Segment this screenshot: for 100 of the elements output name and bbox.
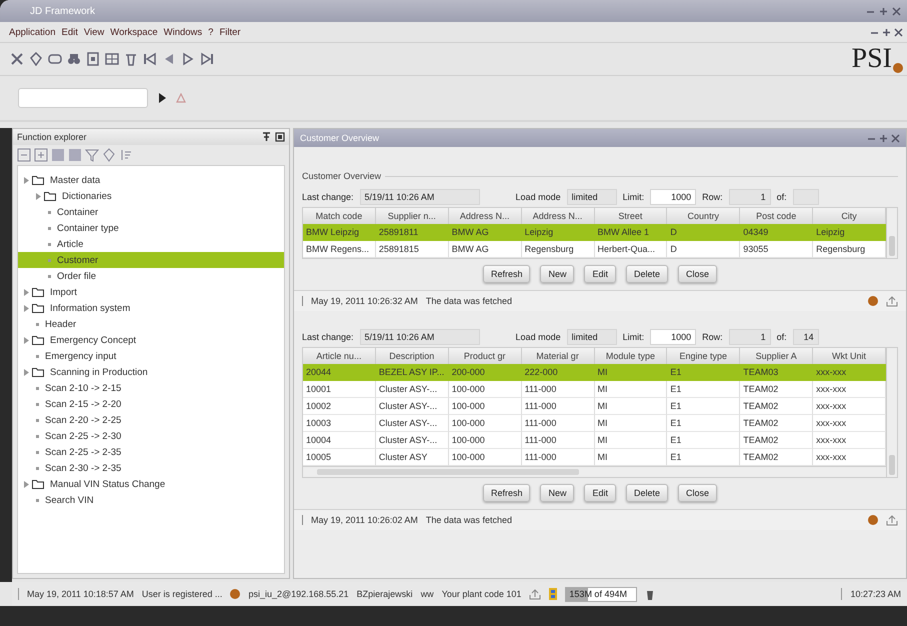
table-cell[interactable]: D <box>667 241 740 258</box>
next-icon[interactable] <box>181 52 195 66</box>
vertical-scrollbar[interactable] <box>886 348 897 477</box>
filter-icon[interactable] <box>85 148 99 162</box>
input-field[interactable] <box>792 189 819 205</box>
table-cell[interactable]: E1 <box>667 398 740 415</box>
last-record-icon[interactable] <box>200 52 214 66</box>
input-field[interactable]: 5/19/11 10:26 AM <box>360 329 480 345</box>
table-cell[interactable]: 10004 <box>303 432 376 449</box>
table-cell[interactable]: Herbert-Qua... <box>594 241 668 258</box>
input-field[interactable]: 14 <box>792 329 819 345</box>
pin-icon[interactable] <box>262 132 271 142</box>
diamond-icon[interactable] <box>102 148 116 162</box>
table-cell[interactable]: E1 <box>667 415 740 432</box>
column-header[interactable]: Post code <box>740 208 814 224</box>
table-cell[interactable]: E1 <box>667 381 740 398</box>
search-field[interactable] <box>18 88 148 108</box>
input-field[interactable]: 1 <box>728 329 771 345</box>
close-icon[interactable] <box>891 134 900 142</box>
table-cell[interactable]: 111-000 <box>522 432 594 449</box>
table-cell[interactable]: BMW AG <box>448 241 522 258</box>
tree-item[interactable]: Article <box>54 238 86 250</box>
menu-item[interactable]: Filter <box>216 26 244 38</box>
trash-icon[interactable] <box>124 52 138 66</box>
close-icon[interactable] <box>894 28 903 36</box>
column-header[interactable]: Product gr <box>448 348 522 364</box>
column-header[interactable]: Material gr <box>522 348 594 364</box>
tree-item[interactable]: Scan 2-20 -> 2-25 <box>42 414 124 426</box>
tree-item[interactable]: Import <box>47 286 80 298</box>
table-cell[interactable]: 10003 <box>303 415 376 432</box>
export-icon[interactable] <box>529 588 542 600</box>
table-cell[interactable]: Cluster ASY-... <box>376 432 449 449</box>
table-cell[interactable]: Regensburg <box>522 241 594 258</box>
warning-icon[interactable] <box>176 93 186 103</box>
tree-item[interactable]: Scan 2-10 -> 2-15 <box>42 382 124 394</box>
trash-icon[interactable] <box>645 588 656 600</box>
export-icon[interactable] <box>886 296 898 306</box>
tree-item[interactable]: Emergency Concept <box>47 334 140 346</box>
column-header[interactable]: Match code <box>303 208 376 224</box>
tree-item[interactable]: Dictionaries <box>59 190 115 202</box>
table-cell[interactable]: Cluster ASY-... <box>376 381 449 398</box>
input-field[interactable]: 1 <box>728 189 771 205</box>
block-icon[interactable] <box>68 148 82 162</box>
tree-item[interactable]: Scan 2-15 -> 2-20 <box>42 398 124 410</box>
table-cell[interactable]: TEAM02 <box>740 398 814 415</box>
table-cell[interactable]: 04349 <box>740 224 814 241</box>
horizontal-scrollbar[interactable] <box>303 466 886 477</box>
expand-arrow-icon[interactable] <box>24 288 29 296</box>
table-cell[interactable]: 25891811 <box>376 224 449 241</box>
table-cell[interactable]: 100-000 <box>448 432 522 449</box>
expand-icon[interactable] <box>34 148 48 162</box>
column-header[interactable]: Country <box>667 208 740 224</box>
table-cell[interactable]: MI <box>594 364 668 381</box>
action-button[interactable]: Close <box>678 484 718 502</box>
column-header[interactable]: Wkt Unit <box>813 348 886 364</box>
binoculars-icon[interactable] <box>67 52 81 66</box>
input-field[interactable]: 1000 <box>650 329 696 345</box>
action-button[interactable]: Close <box>678 265 718 283</box>
tree-item[interactable]: Scanning in Production <box>47 366 151 378</box>
tree-item[interactable]: Container <box>54 206 102 218</box>
table-cell[interactable]: 100-000 <box>448 398 522 415</box>
export-icon[interactable] <box>886 514 898 526</box>
table-cell[interactable]: BMW Leipzig <box>303 224 376 241</box>
table-cell[interactable]: E1 <box>667 432 740 449</box>
menu-item[interactable]: Application <box>6 26 58 38</box>
expand-arrow-icon[interactable] <box>24 368 29 376</box>
table-cell[interactable]: 10002 <box>303 398 376 415</box>
action-button[interactable]: Delete <box>626 265 668 283</box>
close-icon[interactable] <box>892 6 901 16</box>
action-button[interactable]: New <box>540 265 574 283</box>
cross-icon[interactable] <box>10 52 24 66</box>
menu-item[interactable]: ? <box>205 26 216 38</box>
tree-item[interactable]: Scan 2-30 -> 2-35 <box>42 462 124 474</box>
table-cell[interactable]: MI <box>594 381 668 398</box>
column-header[interactable]: City <box>813 208 886 224</box>
tree-item[interactable]: Scan 2-25 -> 2-30 <box>42 430 124 442</box>
tree-item[interactable]: Master data <box>47 174 104 186</box>
tree-item[interactable]: Header <box>42 318 80 330</box>
table-cell[interactable]: D <box>667 224 740 241</box>
collapse-icon[interactable] <box>17 148 31 162</box>
column-header[interactable]: Engine type <box>667 348 740 364</box>
column-header[interactable]: Supplier n... <box>376 208 449 224</box>
table-cell[interactable]: Cluster ASY-... <box>376 398 449 415</box>
table-cell[interactable]: MI <box>594 415 668 432</box>
column-header[interactable]: Article nu... <box>303 348 376 364</box>
column-header[interactable]: Address N... <box>448 208 522 224</box>
sort-icon[interactable] <box>119 148 133 162</box>
table-cell[interactable]: 100-000 <box>448 415 522 432</box>
column-header[interactable]: Description <box>376 348 449 364</box>
maximize-icon[interactable] <box>879 6 888 16</box>
input-field[interactable]: limited <box>566 329 617 345</box>
table-cell[interactable]: Cluster ASY-... <box>376 415 449 432</box>
action-button[interactable]: New <box>540 484 574 502</box>
table-cell[interactable]: Leipzig <box>813 224 886 241</box>
table-cell[interactable]: MI <box>594 432 668 449</box>
column-header[interactable]: Module type <box>594 348 668 364</box>
table-cell[interactable]: 200-000 <box>448 364 522 381</box>
maximize-icon[interactable] <box>879 134 888 142</box>
table-cell[interactable]: 111-000 <box>522 415 594 432</box>
table-cell[interactable]: BMW AG <box>448 224 522 241</box>
